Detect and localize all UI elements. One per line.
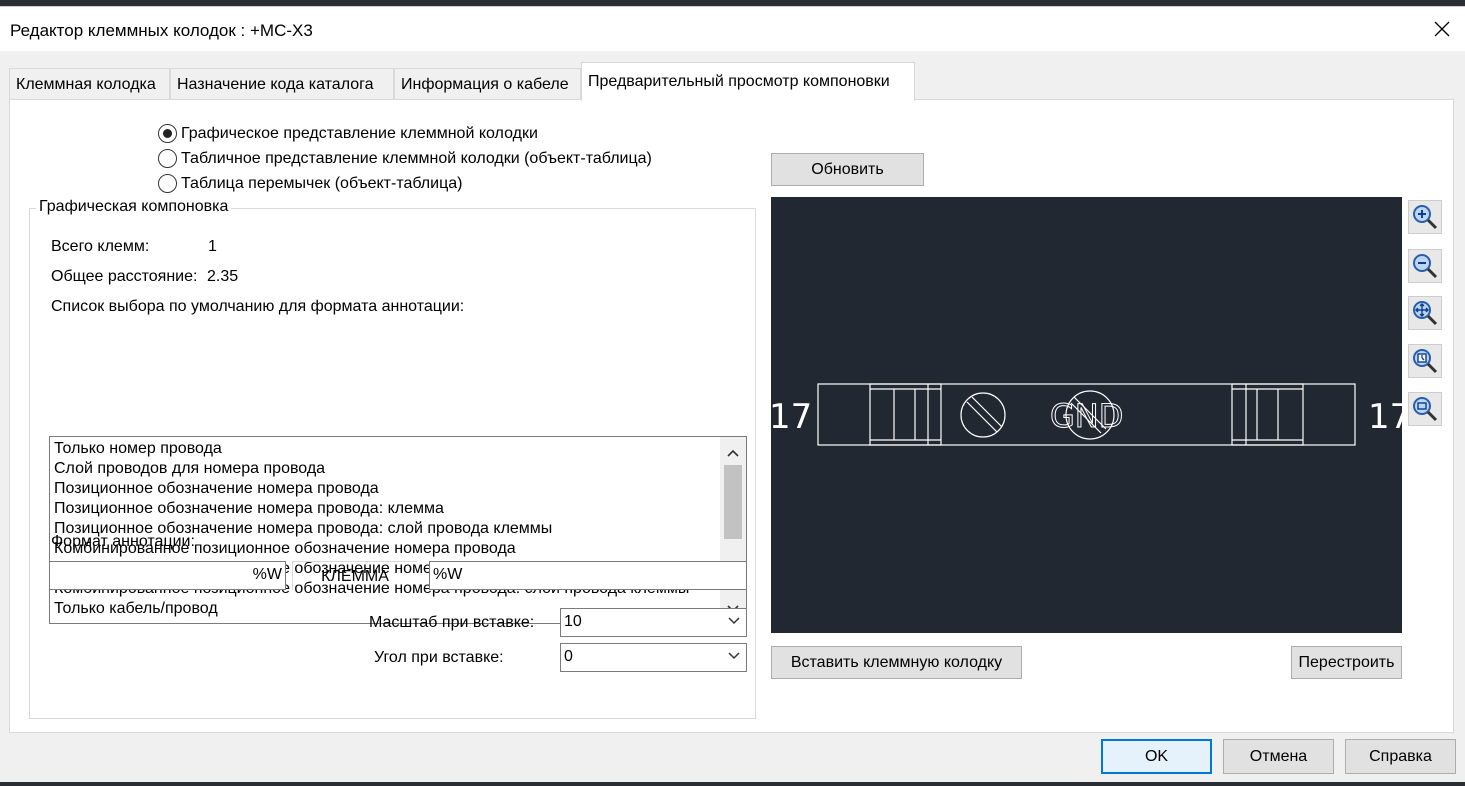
rebuild-button[interactable]: Перестроить bbox=[1291, 646, 1402, 679]
chevron-down-icon bbox=[728, 617, 740, 625]
total-distance-label: Общее расстояние: bbox=[51, 268, 198, 285]
annotation-suffix-input[interactable]: %W bbox=[429, 561, 747, 590]
annotation-format-label: Формат аннотации: bbox=[51, 533, 195, 550]
scroll-up-button[interactable] bbox=[720, 441, 746, 465]
listbox-scrollbar[interactable] bbox=[720, 437, 746, 623]
terminal-strip-editor-dialog: Редактор клеммных колодок : +MC-X3 Клемм… bbox=[0, 6, 1465, 782]
ok-button[interactable]: OK bbox=[1101, 739, 1212, 774]
right-terminal-block bbox=[1231, 383, 1304, 446]
scroll-thumb[interactable] bbox=[724, 465, 742, 539]
insert-angle-combo[interactable]: 0 bbox=[560, 643, 747, 672]
zoom-pan-icon bbox=[1413, 301, 1438, 326]
terminal-placeholder: КЛЕММА bbox=[292, 561, 417, 590]
zoom-out-button[interactable] bbox=[1408, 249, 1442, 283]
zoom-extents-icon bbox=[1413, 349, 1438, 374]
radio-jumper-table[interactable]: Таблица перемычек (объект-таблица) bbox=[158, 174, 462, 193]
radio-jumper-label: Таблица перемычек (объект-таблица) bbox=[181, 174, 463, 192]
terminal-strip-drawing: 17 17 GND bbox=[769, 383, 1411, 446]
annotation-prefix-input[interactable]: %W bbox=[49, 561, 286, 590]
title-bar: Редактор клеммных колодок : +MC-X3 bbox=[0, 7, 1465, 51]
list-item[interactable]: Позиционное обозначение номера провода bbox=[54, 479, 720, 499]
window-title: Редактор клеммных колодок : +MC-X3 bbox=[10, 21, 313, 40]
graphic-layout-group: Графическая компоновка Всего клемм: 1 Об… bbox=[29, 198, 756, 719]
cancel-button[interactable]: Отмена bbox=[1223, 739, 1334, 774]
radio-table-view[interactable]: Табличное представление клеммной колодки… bbox=[158, 149, 652, 168]
layout-preview-panel: Графическое представление клеммной колод… bbox=[9, 99, 1454, 733]
zoom-out-icon bbox=[1413, 254, 1438, 279]
left-wire-number: 17 bbox=[771, 397, 812, 437]
zoom-window-button[interactable] bbox=[1408, 392, 1442, 426]
insert-scale-label: Масштаб при вставке: bbox=[369, 614, 535, 631]
zoom-in-button[interactable] bbox=[1408, 200, 1442, 234]
radio-button[interactable] bbox=[158, 149, 177, 168]
gnd-label: GND bbox=[1050, 397, 1123, 435]
insert-angle-value: 0 bbox=[564, 648, 573, 665]
list-item[interactable]: Только номер провода bbox=[54, 439, 720, 459]
tab-layout-preview[interactable]: Предварительный просмотр компоновки bbox=[581, 62, 915, 101]
chevron-down-icon bbox=[728, 652, 740, 660]
radio-button-selected[interactable] bbox=[158, 124, 177, 143]
chevron-up-icon bbox=[727, 449, 739, 457]
refresh-button[interactable]: Обновить bbox=[771, 153, 924, 186]
tab-catalog-code[interactable]: Назначение кода каталога bbox=[170, 68, 394, 100]
insert-scale-combo[interactable]: 10 bbox=[560, 608, 747, 637]
insert-scale-value: 10 bbox=[564, 613, 582, 630]
total-terminals-value: 1 bbox=[208, 238, 217, 255]
zoom-in-icon bbox=[1413, 205, 1438, 230]
screw-symbol bbox=[960, 392, 1006, 438]
radio-graphic-label: Графическое представление клеммной колод… bbox=[181, 124, 538, 142]
radio-graphic-view[interactable]: Графическое представление клеммной колод… bbox=[158, 124, 538, 143]
zoom-extents-button[interactable] bbox=[1408, 344, 1442, 378]
group-legend: Графическая компоновка bbox=[36, 198, 232, 216]
list-item[interactable]: Слой проводов для номера провода bbox=[54, 459, 720, 479]
right-wire-number: 17 bbox=[1368, 397, 1402, 437]
radio-table-label: Табличное представление клеммной колодки… bbox=[181, 149, 652, 167]
insert-terminal-strip-button[interactable]: Вставить клеммную колодку bbox=[771, 646, 1022, 679]
list-item[interactable]: Позиционное обозначение номера провода: … bbox=[54, 499, 720, 519]
background-app-strip-bottom bbox=[0, 782, 1465, 786]
default-list-label: Список выбора по умолчанию для формата а… bbox=[51, 298, 465, 315]
close-button[interactable] bbox=[1419, 7, 1465, 51]
total-terminals-label: Всего клемм: bbox=[51, 238, 150, 255]
help-button[interactable]: Справка bbox=[1345, 739, 1456, 774]
tab-cable-info[interactable]: Информация о кабеле bbox=[394, 68, 581, 100]
layout-preview-canvas[interactable]: 17 17 GND bbox=[769, 197, 1411, 633]
insert-angle-label: Угол при вставке: bbox=[374, 649, 504, 666]
total-distance-value: 2.35 bbox=[207, 268, 239, 285]
annotation-format-listbox[interactable]: Только номер провода Слой проводов для н… bbox=[49, 436, 747, 624]
close-icon bbox=[1434, 21, 1450, 37]
left-terminal-block bbox=[869, 383, 942, 446]
radio-button[interactable] bbox=[158, 174, 177, 193]
tab-terminal-strip[interactable]: Клеммная колодка bbox=[9, 68, 170, 100]
zoom-window-icon bbox=[1413, 397, 1438, 422]
zoom-pan-button[interactable] bbox=[1408, 296, 1442, 330]
